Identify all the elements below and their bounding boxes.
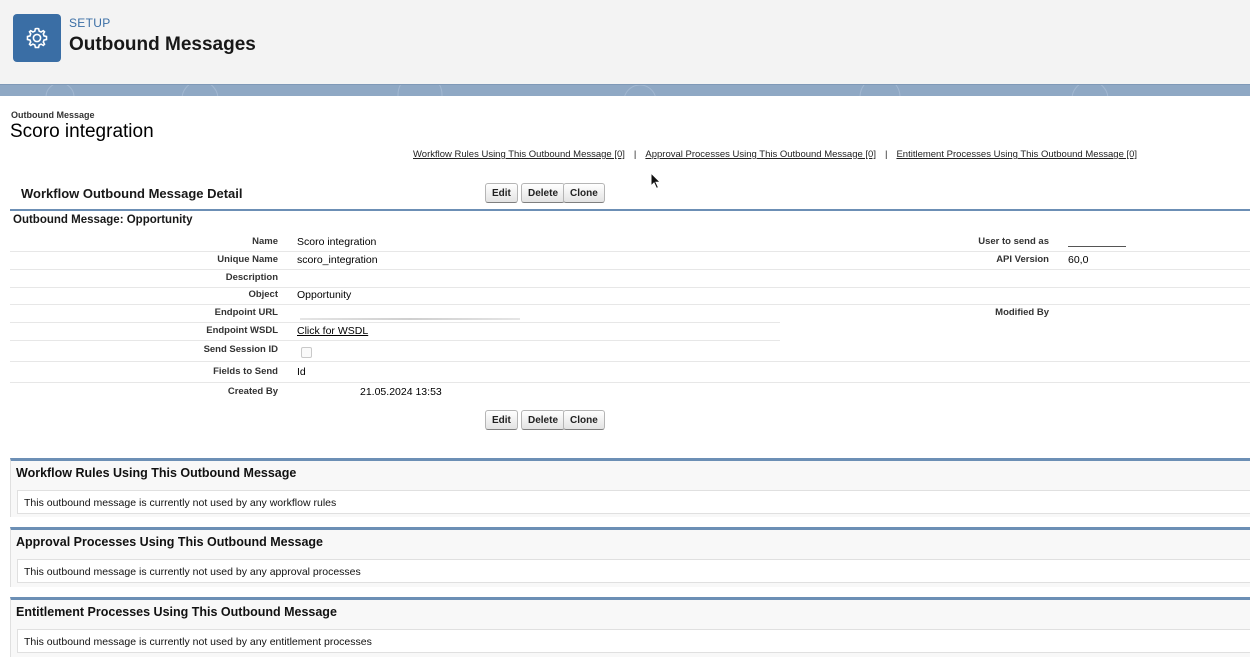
row-divider	[10, 340, 780, 341]
related-list-title: Workflow Rules Using This Outbound Messa…	[16, 466, 297, 480]
gear-icon	[13, 14, 61, 62]
link-entitlement-processes[interactable]: Entitlement Processes Using This Outboun…	[896, 149, 1137, 160]
related-list-entitlement-processes: Entitlement Processes Using This Outboun…	[10, 597, 1250, 657]
api-version-label: API Version	[996, 254, 1049, 265]
object-value: Opportunity	[297, 289, 352, 301]
created-by-label: Created By	[227, 386, 278, 397]
page-eyebrow: Outbound Message	[11, 110, 95, 120]
related-links: Workflow Rules Using This Outbound Messa…	[413, 149, 1137, 160]
related-list-title: Approval Processes Using This Outbound M…	[16, 535, 324, 549]
modified-by-label: Modified By	[995, 307, 1049, 318]
section-heading: Outbound Message: Opportunity	[13, 214, 193, 226]
detail-divider	[10, 209, 1250, 211]
fields-to-send-label: Fields to Send	[213, 366, 278, 377]
endpoint-url-label: Endpoint URL	[214, 307, 278, 318]
delete-button[interactable]: Delete	[521, 183, 566, 203]
clone-button-bottom[interactable]: Clone	[563, 410, 605, 430]
user-to-send-as-blank	[1068, 246, 1126, 247]
header-band	[0, 84, 1250, 96]
detail-title: Workflow Outbound Message Detail	[21, 186, 243, 201]
related-list-message: This outbound message is currently not u…	[24, 566, 361, 578]
link-separator: |	[633, 149, 637, 160]
name-value: Scoro integration	[297, 236, 377, 248]
related-list-title: Entitlement Processes Using This Outboun…	[16, 605, 337, 619]
edit-button-bottom[interactable]: Edit	[485, 410, 518, 430]
related-list-body: This outbound message is currently not u…	[17, 559, 1250, 583]
edit-button[interactable]: Edit	[485, 183, 518, 203]
related-list-approval-processes: Approval Processes Using This Outbound M…	[10, 527, 1250, 587]
wsdl-link[interactable]: Click for WSDL	[297, 325, 368, 337]
setup-title: Outbound Messages	[69, 34, 256, 55]
row-divider	[10, 304, 1250, 305]
related-list-workflow-rules: Workflow Rules Using This Outbound Messa…	[10, 458, 1250, 517]
row-divider	[10, 287, 1250, 288]
name-label: Name	[252, 236, 278, 247]
endpoint-url-redacted	[300, 318, 520, 320]
endpoint-wsdl-label: Endpoint WSDL	[206, 325, 278, 336]
api-version-value: 60,0	[1068, 254, 1089, 266]
description-label: Description	[225, 272, 278, 283]
row-divider	[10, 382, 1250, 383]
row-divider	[10, 251, 1250, 252]
clone-button[interactable]: Clone	[563, 183, 605, 203]
link-approval-processes[interactable]: Approval Processes Using This Outbound M…	[645, 149, 876, 160]
row-divider	[10, 361, 1250, 362]
row-divider	[10, 322, 780, 323]
related-list-body: This outbound message is currently not u…	[17, 629, 1250, 653]
row-divider	[10, 269, 1250, 270]
created-by-value: 21.05.2024 13:53	[360, 386, 442, 398]
unique-name-value: scoro_integration	[297, 254, 378, 266]
fields-to-send-value: Id	[297, 366, 306, 378]
mouse-cursor-icon	[650, 172, 662, 190]
related-list-message: This outbound message is currently not u…	[24, 636, 372, 648]
delete-button-bottom[interactable]: Delete	[521, 410, 566, 430]
setup-eyebrow: SETUP	[69, 16, 111, 30]
related-list-message: This outbound message is currently not u…	[24, 497, 337, 509]
unique-name-label: Unique Name	[217, 254, 278, 265]
send-session-id-checkbox	[301, 347, 312, 358]
link-separator: |	[884, 149, 888, 160]
send-session-id-label: Send Session ID	[203, 344, 278, 355]
link-workflow-rules[interactable]: Workflow Rules Using This Outbound Messa…	[413, 149, 625, 160]
related-list-body: This outbound message is currently not u…	[17, 490, 1250, 514]
user-to-send-as-label: User to send as	[978, 236, 1049, 247]
object-label: Object	[248, 289, 278, 300]
setup-header: SETUP Outbound Messages	[0, 0, 1250, 84]
page-title: Scoro integration	[10, 121, 154, 142]
